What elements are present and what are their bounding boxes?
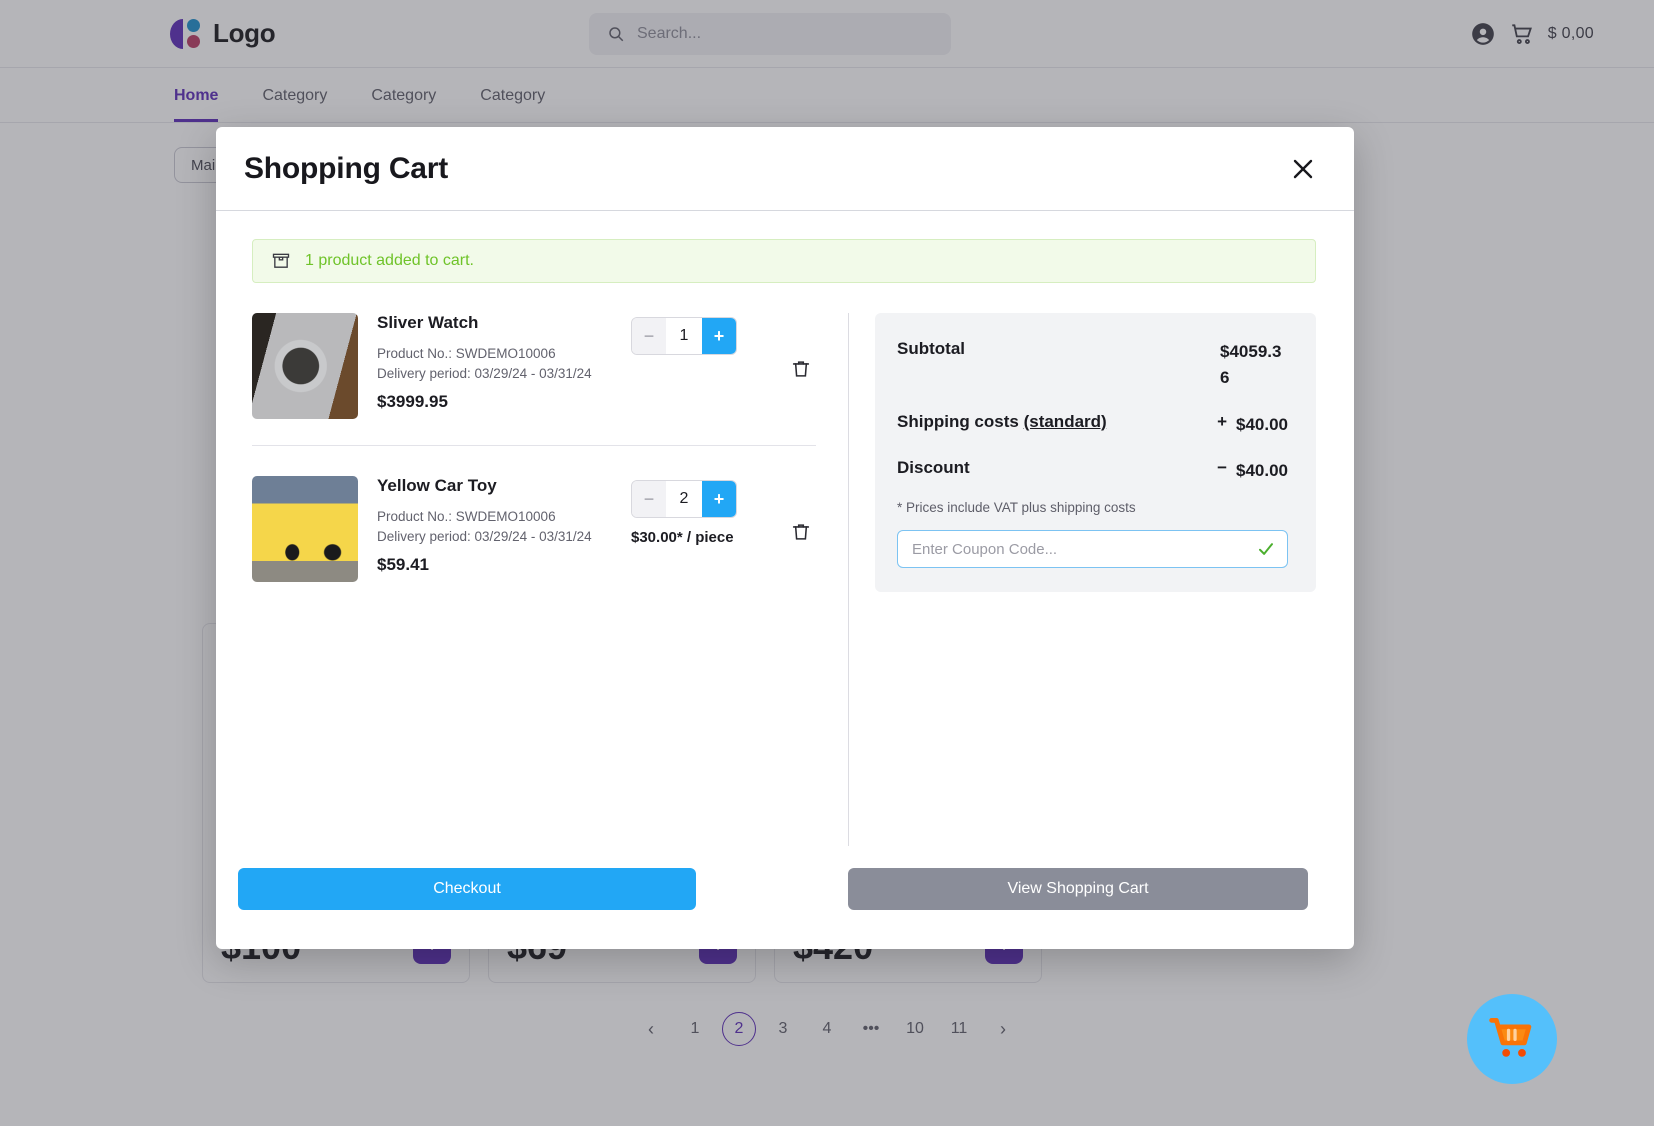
unit-price: $30.00* / piece bbox=[631, 529, 734, 546]
quantity-decrease-button[interactable]: − bbox=[632, 481, 666, 517]
product-name[interactable]: Sliver Watch bbox=[377, 313, 612, 333]
product-name[interactable]: Yellow Car Toy bbox=[377, 476, 612, 496]
checkout-button[interactable]: Checkout bbox=[238, 868, 696, 910]
modal-body: 1 product added to cart. Sliver Watch Pr… bbox=[216, 211, 1354, 846]
box-added-icon bbox=[272, 253, 290, 268]
shipping-sign: + bbox=[1217, 411, 1227, 431]
quantity-value[interactable]: 2 bbox=[666, 490, 702, 508]
product-number: Product No.: SWDEMO10006 bbox=[377, 346, 556, 361]
delete-column bbox=[770, 476, 816, 582]
cart-added-alert-text: 1 product added to cart. bbox=[305, 252, 474, 269]
subtotal-value-wrap: $4059.36 bbox=[1202, 339, 1288, 392]
cart-added-alert: 1 product added to cart. bbox=[252, 239, 1316, 283]
cart-line-items: Sliver Watch Product No.: SWDEMO10006 De… bbox=[252, 313, 842, 846]
page-root: Logo Search... $ 0,00 Home Category Cate… bbox=[0, 0, 1654, 1126]
quantity-value[interactable]: 1 bbox=[666, 327, 702, 345]
view-shopping-cart-button[interactable]: View Shopping Cart bbox=[848, 868, 1308, 910]
product-thumbnail[interactable] bbox=[252, 313, 358, 419]
product-number: Product No.: SWDEMO10006 bbox=[377, 509, 556, 524]
product-info: Yellow Car Toy Product No.: SWDEMO10006 … bbox=[377, 476, 612, 582]
quantity-stepper: − 1 + bbox=[631, 317, 737, 355]
discount-sign: − bbox=[1217, 458, 1227, 478]
discount-label: Discount bbox=[897, 458, 970, 478]
modal-footer: Checkout View Shopping Cart bbox=[216, 846, 1354, 949]
product-info: Sliver Watch Product No.: SWDEMO10006 De… bbox=[377, 313, 612, 419]
delete-column bbox=[770, 313, 816, 419]
discount-value-wrap: − $40.00 bbox=[1217, 458, 1288, 484]
trash-icon[interactable] bbox=[786, 321, 816, 419]
summary-row-discount: Discount − $40.00 bbox=[897, 458, 1288, 484]
modal-title: Shopping Cart bbox=[244, 151, 449, 185]
coupon-field[interactable] bbox=[897, 530, 1288, 569]
coupon-input[interactable] bbox=[912, 540, 1257, 558]
quantity-stepper: − 2 + bbox=[631, 480, 737, 518]
subtotal-value: $4059.36 bbox=[1220, 342, 1282, 388]
quantity-column: − 2 + $30.00* / piece bbox=[631, 476, 751, 582]
shipping-value: $40.00 bbox=[1236, 414, 1288, 434]
product-line-price: $3999.95 bbox=[377, 392, 448, 412]
shipping-label-text: Shipping costs bbox=[897, 411, 1019, 431]
shipping-label: Shipping costs (standard) bbox=[897, 412, 1107, 432]
shopping-cart-icon bbox=[1489, 1017, 1532, 1057]
discount-value: $40.00 bbox=[1236, 461, 1288, 481]
order-summary: Subtotal $4059.36 Shipping costs (standa… bbox=[875, 313, 1316, 593]
cart-columns: Sliver Watch Product No.: SWDEMO10006 De… bbox=[252, 313, 1316, 846]
cart-summary-column: Subtotal $4059.36 Shipping costs (standa… bbox=[849, 313, 1316, 846]
delivery-period: Delivery period: 03/29/24 - 03/31/24 bbox=[377, 528, 592, 544]
quantity-column: − 1 + bbox=[631, 313, 751, 419]
shipping-value-wrap: + $40.00 bbox=[1217, 412, 1288, 438]
cart-line-item: Yellow Car Toy Product No.: SWDEMO10006 … bbox=[252, 445, 816, 608]
subtotal-label: Subtotal bbox=[897, 339, 965, 358]
floating-cart-button[interactable] bbox=[1467, 994, 1557, 1084]
quantity-increase-button[interactable]: + bbox=[702, 318, 736, 354]
modal-header: Shopping Cart bbox=[216, 127, 1354, 211]
quantity-decrease-button[interactable]: − bbox=[632, 318, 666, 354]
cart-line-item: Sliver Watch Product No.: SWDEMO10006 De… bbox=[252, 313, 816, 445]
quantity-increase-button[interactable]: + bbox=[702, 481, 736, 517]
summary-row-subtotal: Subtotal $4059.36 bbox=[897, 339, 1288, 392]
product-line-price: $59.41 bbox=[377, 555, 429, 575]
shopping-cart-modal: Shopping Cart 1 product added to cart. S… bbox=[216, 127, 1354, 949]
product-thumbnail[interactable] bbox=[252, 476, 358, 582]
check-icon[interactable] bbox=[1257, 540, 1275, 558]
summary-row-shipping: Shipping costs (standard) + $40.00 bbox=[897, 412, 1288, 438]
delivery-period: Delivery period: 03/29/24 - 03/31/24 bbox=[377, 365, 592, 381]
vat-note: * Prices include VAT plus shipping costs bbox=[897, 500, 1136, 516]
trash-icon[interactable] bbox=[786, 484, 816, 582]
shipping-method-link[interactable]: (standard) bbox=[1024, 412, 1107, 431]
close-icon[interactable] bbox=[1286, 152, 1320, 186]
